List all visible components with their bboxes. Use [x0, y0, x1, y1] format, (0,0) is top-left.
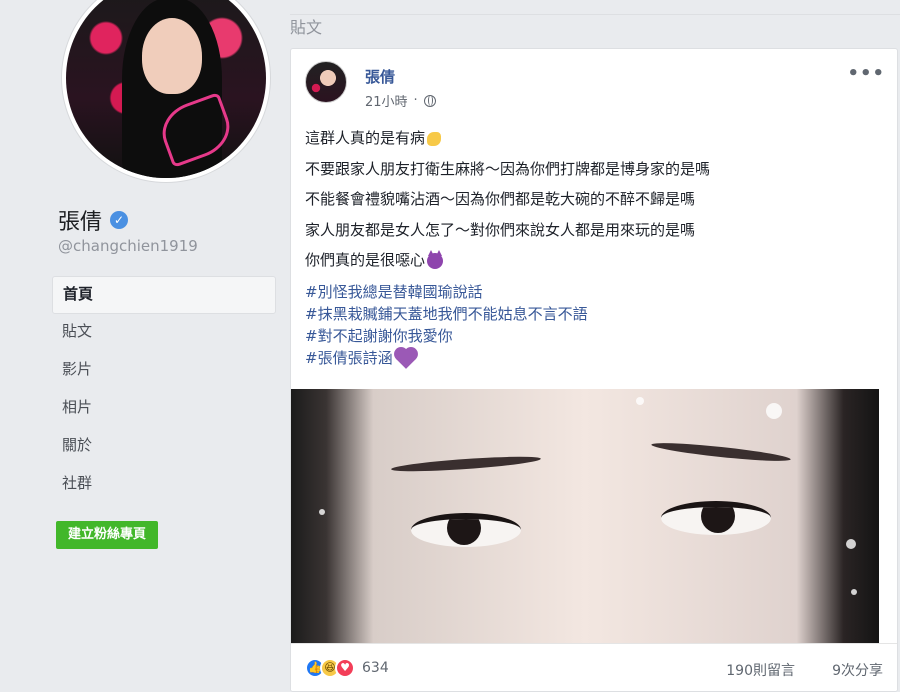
meta-separator: · — [413, 93, 418, 108]
profile-avatar[interactable] — [62, 0, 270, 182]
post-line: 家人朋友都是女人怎了～對你們來說女人都是用來玩的是嗎 — [305, 220, 696, 239]
hashtag-link[interactable]: #對不起謝謝你我愛你 — [305, 325, 588, 347]
post-text: 這群人真的是有病 不要跟家人朋友打衛生麻將～因為你們打牌都是博身家的是嗎 不能餐… — [305, 123, 885, 276]
nav-item-videos[interactable]: 影片 — [52, 352, 276, 390]
section-title: 貼文 — [290, 18, 323, 37]
shares-count[interactable]: 9次分享 — [832, 660, 883, 680]
globe-icon[interactable] — [423, 94, 436, 107]
post-timestamp[interactable]: 21小時 — [365, 91, 408, 110]
hashtag-link[interactable]: #張倩張詩涵 — [305, 347, 588, 369]
post-meta: 21小時 · — [365, 91, 436, 110]
verified-badge-icon: ✓ — [110, 211, 129, 229]
nav-item-community[interactable]: 社群 — [52, 466, 276, 504]
reaction-count: 634 — [362, 660, 389, 676]
purple-heart-emoji-icon — [395, 348, 416, 369]
hashtag-link[interactable]: #別怪我總是替韓國瑜說話 — [305, 281, 588, 303]
post-line: 不要跟家人朋友打衛生麻將～因為你們打牌都是博身家的是嗎 — [305, 159, 711, 178]
profile-photo — [66, 0, 266, 178]
post-footer: 👍 😆 ♥ 634 190則留言 9次分享 — [291, 643, 897, 691]
post-line: 不能餐會禮貌嘴沾酒～因為你們都是乾大碗的不醉不歸是嗎 — [305, 190, 696, 208]
love-icon: ♥ — [335, 658, 355, 678]
nav-item-posts[interactable]: 貼文 — [52, 314, 276, 352]
post-card: 張倩 21小時 · ••• 這群人真的是有病 不要跟家人朋友打衛生麻將～因為你們… — [290, 48, 898, 692]
post-author-name[interactable]: 張倩 — [365, 66, 395, 87]
nav-item-about[interactable]: 關於 — [52, 428, 276, 466]
profile-name-row: 張倩 ✓ — [58, 204, 129, 236]
profile-sidebar: 張倩 ✓ @changchien1919 首頁 貼文 影片 相片 關於 社群 建… — [0, 0, 290, 692]
more-icon[interactable]: ••• — [847, 63, 885, 84]
muscle-emoji-icon — [427, 131, 442, 146]
reactions-summary[interactable]: 👍 😆 ♥ 634 — [305, 658, 389, 678]
profile-name[interactable]: 張倩 — [58, 204, 102, 236]
post-line: 你們真的是很噁心 — [305, 245, 885, 276]
hashtag-link[interactable]: #抹黑栽贓鋪天蓋地我們不能姑息不言不語 — [305, 303, 588, 325]
devil-emoji-icon — [427, 249, 444, 269]
post-author-avatar[interactable] — [305, 61, 347, 103]
photo-image — [291, 389, 879, 643]
nav-item-photos[interactable]: 相片 — [52, 390, 276, 428]
section-divider — [290, 14, 900, 15]
nav-item-home[interactable]: 首頁 — [52, 276, 276, 314]
post-photo[interactable] — [291, 389, 897, 643]
profile-nav: 首頁 貼文 影片 相片 關於 社群 — [52, 276, 276, 504]
create-page-button[interactable]: 建立粉絲專頁 — [56, 521, 159, 549]
post-hashtags: #別怪我總是替韓國瑜說話 #抹黑栽贓鋪天蓋地我們不能姑息不言不語 #對不起謝謝你… — [305, 281, 588, 369]
profile-handle: @changchien1919 — [58, 237, 198, 255]
post-line: 這群人真的是有病 — [305, 123, 885, 154]
comments-count[interactable]: 190則留言 — [726, 660, 795, 680]
